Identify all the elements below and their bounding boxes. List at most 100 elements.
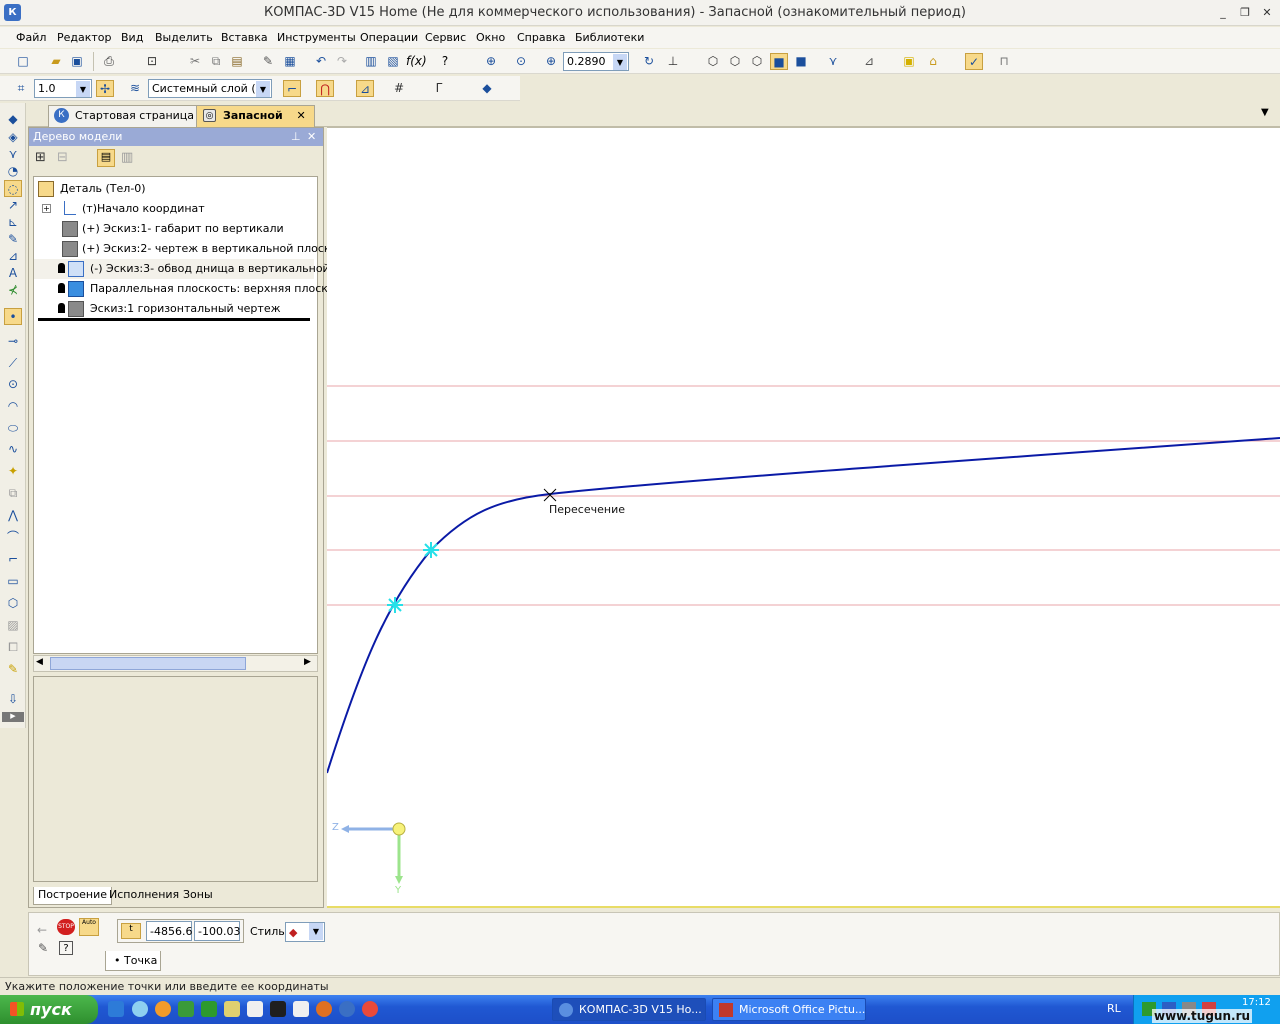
rectangle-icon[interactable]: ▭ (4, 573, 22, 590)
brush-icon[interactable]: ✎ (38, 941, 48, 955)
scroll-right-icon[interactable]: ▶ (304, 657, 311, 667)
halftone-edges-view-icon[interactable]: ■ (792, 53, 810, 70)
help-pointer-icon[interactable]: ? (436, 53, 454, 70)
print-preview-icon[interactable]: ⊡ (143, 53, 161, 70)
edit-part-icon[interactable]: ◆ (4, 111, 22, 128)
tree-document-icon[interactable]: ▥ (121, 150, 133, 165)
chrome-icon[interactable] (362, 1001, 378, 1017)
equidistant-icon[interactable]: ⧉ (4, 485, 22, 502)
segment-icon[interactable]: ⟋ (4, 355, 22, 372)
format-brush-icon[interactable]: ✎ (259, 53, 277, 70)
coord-y-field[interactable]: -100.03 (194, 921, 240, 941)
kompas-launch-icon[interactable] (339, 1001, 355, 1017)
point-tool-icon[interactable]: • (4, 308, 22, 325)
tree-horizontal-scrollbar[interactable]: ◀ ▶ (33, 655, 318, 672)
help-icon[interactable]: ? (59, 941, 73, 955)
menu-service[interactable]: Сервис (425, 31, 466, 44)
arrow-left-icon[interactable]: ← (37, 923, 47, 937)
constraints-icon[interactable]: ⊾ (4, 214, 22, 231)
measure-icon[interactable]: ◔ (4, 163, 22, 180)
magnet-snap-icon[interactable]: ⋂ (316, 80, 334, 97)
close-tab-icon[interactable]: ✕ (297, 109, 306, 122)
menu-insert[interactable]: Вставка (221, 31, 268, 44)
ortho-mode-icon[interactable]: ✢ (96, 80, 114, 97)
dimensions-icon[interactable]: ↗ (4, 197, 22, 214)
minimize-button[interactable]: _ (1215, 5, 1231, 20)
thin-lines-view-icon[interactable]: ⬡ (748, 53, 766, 70)
notation-icon[interactable]: A (4, 265, 22, 282)
current-step-icon[interactable]: ⌗ (12, 80, 30, 97)
pin-icon[interactable]: ⊥ (291, 130, 301, 143)
polygon-icon[interactable]: ⬡ (4, 595, 22, 612)
coordinate-lock-icon[interactable]: t (121, 923, 141, 939)
edit-icon[interactable]: ✎ (4, 231, 22, 248)
tab-point[interactable]: • Точка (105, 951, 161, 971)
tree-order-icon[interactable]: ⊟ (57, 150, 68, 165)
rotate-icon[interactable]: ↻ (640, 53, 658, 70)
tree-item-active[interactable]: (-) Эскиз:3- обвод днища в вертикальной … (34, 259, 340, 279)
chevron-down-icon[interactable]: ▼ (256, 81, 270, 97)
clock[interactable]: 17:12 (1242, 997, 1271, 1008)
halftone-view-icon[interactable]: ■ (770, 53, 788, 70)
arc-icon[interactable]: ◠ (4, 398, 22, 415)
task-kompas[interactable]: КОМПАС-3D V15 Ho... (552, 998, 706, 1021)
polyline-icon[interactable]: ⋀ (4, 507, 22, 524)
menu-select[interactable]: Выделить (155, 31, 213, 44)
variables-icon[interactable]: ▧ (384, 53, 402, 70)
menu-operations[interactable]: Операции (360, 31, 418, 44)
close-panel-icon[interactable]: ✕ (307, 130, 316, 143)
tab-postroenie[interactable]: Построение (33, 887, 113, 905)
selection-icon[interactable]: ⊀ (4, 282, 22, 299)
grid-icon[interactable]: # (390, 80, 408, 97)
cut-icon[interactable]: ✂ (186, 53, 204, 70)
quicklaunch-icon[interactable] (201, 1001, 217, 1017)
redo-icon[interactable]: ↷ (333, 53, 351, 70)
brush-icon[interactable]: ✎ (4, 661, 22, 678)
zoom-window-icon[interactable]: ⊕ (482, 53, 500, 70)
firefox-icon[interactable] (155, 1001, 171, 1017)
sketch-svg[interactable] (327, 128, 1280, 906)
copy-icon[interactable]: ⧉ (207, 53, 225, 70)
circle-icon[interactable]: ⊙ (4, 376, 22, 393)
bezier-icon[interactable]: ✦ (4, 463, 22, 480)
zoom-all-icon[interactable]: ⊙ (512, 53, 530, 70)
tree-end-marker[interactable] (38, 318, 310, 321)
tree-item[interactable]: (+) Эскиз:1- габарит по вертикали (34, 219, 314, 239)
filter-icon[interactable]: ⋎ (824, 53, 842, 70)
solid-icon[interactable]: ▣ (900, 53, 918, 70)
tab-zapasnoy[interactable]: ◎ Запасной ✕ (196, 105, 315, 127)
chevron-down-icon[interactable]: ▼ (76, 81, 90, 97)
local-cs-icon[interactable]: Γ (430, 80, 448, 97)
quicklaunch-icon[interactable] (247, 1001, 263, 1017)
undo-icon[interactable]: ↶ (312, 53, 330, 70)
step-combo[interactable]: 1.0 ▼ (34, 79, 92, 98)
paste-icon[interactable]: ▤ (228, 53, 246, 70)
menu-tools[interactable]: Инструменты (277, 31, 356, 44)
quicklaunch-icon[interactable] (293, 1001, 309, 1017)
zoom-icon[interactable]: ⊕ (542, 53, 560, 70)
pointer-icon[interactable]: ✓ (965, 53, 983, 70)
auto-create-button[interactable]: Auto (79, 918, 99, 936)
coord-x-field[interactable]: -4856.6 (146, 921, 192, 941)
scroll-left-icon[interactable]: ◀ (36, 657, 43, 667)
spline-point-marker[interactable] (423, 542, 439, 558)
aux-line-icon[interactable]: ⊸ (4, 333, 22, 350)
panel-expand-icon[interactable]: ▶ (2, 712, 24, 722)
tree-item[interactable]: + (т)Начало координат (34, 199, 314, 219)
quicklaunch-icon[interactable] (178, 1001, 194, 1017)
tab-start-page[interactable]: К Стартовая страница (48, 105, 204, 127)
fillet-icon[interactable]: ⌒ (4, 529, 22, 546)
ellipse-icon[interactable]: ⬭ (4, 420, 22, 437)
projection-icon[interactable]: ⧠ (4, 639, 22, 656)
tree-structure-icon[interactable]: ⊞ (35, 150, 46, 165)
hidden-lines-view-icon[interactable]: ⬡ (726, 53, 744, 70)
tab-list-icon[interactable]: ▼ (1261, 107, 1269, 118)
media-icon[interactable] (270, 1001, 286, 1017)
tab-zony[interactable]: Зоны (179, 887, 217, 905)
ie-icon[interactable] (108, 1001, 124, 1017)
quicklaunch-icon[interactable] (316, 1001, 332, 1017)
tree-root-item[interactable]: Деталь (Тел-0) (34, 179, 314, 199)
parametric-mode-icon[interactable]: ⊿ (356, 80, 374, 97)
menu-file[interactable]: Файл (16, 31, 46, 44)
menu-libraries[interactable]: Библиотеки (575, 31, 644, 44)
